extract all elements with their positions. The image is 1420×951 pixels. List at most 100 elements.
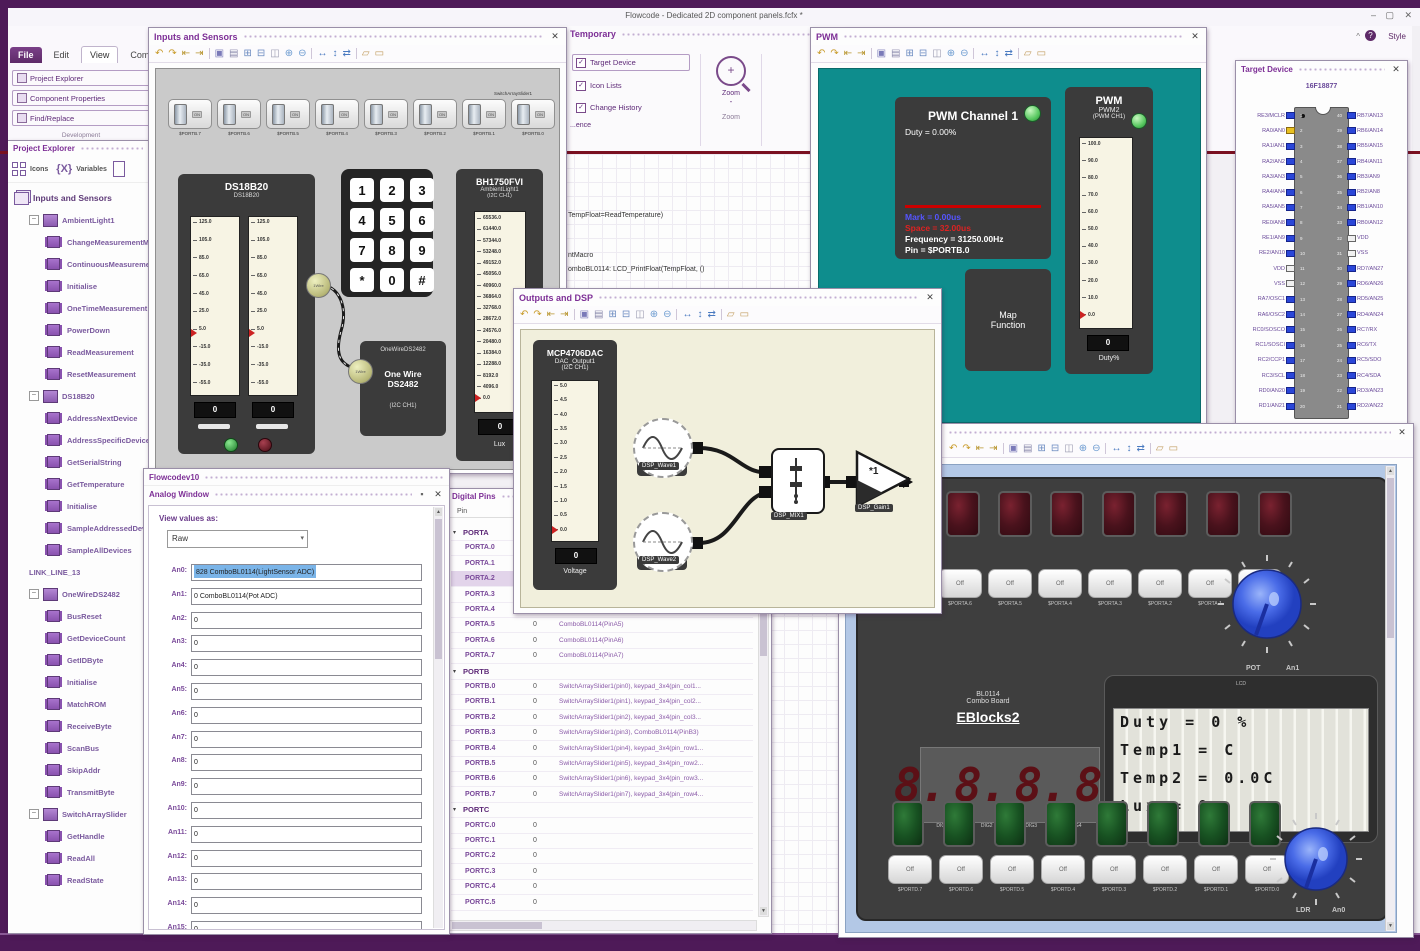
- analog-value-field[interactable]: 0: [191, 778, 422, 796]
- toolbar-icon[interactable]: ▣: [215, 48, 224, 59]
- port-pin-row[interactable]: PORTB.1 0 SwitchArraySlider1(pin1), keypad…: [451, 694, 753, 711]
- tree-item[interactable]: Initialise: [12, 671, 148, 693]
- analog-minimize-icon[interactable]: ▪: [417, 489, 427, 499]
- toolbar-icon[interactable]: ▤: [1023, 443, 1032, 454]
- analog-value-field[interactable]: 0: [191, 897, 422, 915]
- tree-item[interactable]: AddressSpecificDevice: [12, 429, 148, 451]
- analog-value-field[interactable]: 0: [191, 659, 422, 677]
- keypad-key-6[interactable]: 6: [410, 208, 434, 232]
- pin-icon[interactable]: [1286, 234, 1295, 242]
- tree-item[interactable]: ReadState: [12, 869, 148, 891]
- port-pin-row[interactable]: PORTC.3 0: [451, 864, 753, 880]
- board-vscrollbar[interactable]: ▲ ▼: [1385, 466, 1395, 931]
- view-check-change-history[interactable]: ✓ Change History: [572, 100, 690, 115]
- toolbar-icon[interactable]: ⇤: [976, 443, 984, 454]
- pin-icon[interactable]: [1286, 295, 1295, 303]
- dsp-gain[interactable]: *1 DSP_Gain1: [853, 448, 915, 512]
- tree-item[interactable]: GetHandle: [12, 825, 148, 847]
- inputs-close-icon[interactable]: ✕: [549, 31, 561, 42]
- toolbar-icon[interactable]: ↔: [1111, 443, 1121, 454]
- tree-item[interactable]: ContinuousMeasurement: [12, 253, 148, 275]
- checkbox-icon[interactable]: ✓: [576, 80, 586, 91]
- toolbar-icon[interactable]: ↶: [949, 443, 957, 454]
- analog-value-field[interactable]: 0: [191, 683, 422, 700]
- toolbar-icon[interactable]: ▱: [1156, 443, 1164, 454]
- analog-value-field[interactable]: 0: [191, 730, 422, 748]
- close-button[interactable]: ✕: [1404, 10, 1412, 21]
- ribbon-button-project-explorer[interactable]: Project Explorer: [12, 70, 150, 86]
- pin-icon[interactable]: [1347, 203, 1356, 211]
- tree-expander-icon[interactable]: –: [29, 215, 39, 225]
- toolbar-icon[interactable]: ◫: [1064, 443, 1073, 454]
- scale-pointer-icon[interactable]: [475, 394, 481, 402]
- toolbar-icon[interactable]: ⊟: [1051, 443, 1059, 454]
- icons-tab-label[interactable]: Icons: [30, 166, 48, 173]
- toolbar-icon[interactable]: ⇥: [195, 48, 203, 59]
- keypad-key-2[interactable]: 2: [380, 178, 404, 202]
- switch-lever[interactable]: [517, 104, 530, 125]
- tree-item[interactable]: SkipAddr: [12, 759, 148, 781]
- pin-label-left[interactable]: RC3/SCL: [1239, 373, 1285, 379]
- pin-label-left[interactable]: RE0/AN8: [1239, 220, 1285, 226]
- analog-value-field[interactable]: 0: [191, 706, 422, 724]
- map-function-block[interactable]: Map Function: [965, 269, 1051, 371]
- toolbar-icon[interactable]: ⇄: [707, 309, 715, 320]
- port-pin-row[interactable]: PORTB.7 0 SwitchArraySlider1(pin7), keypad…: [451, 787, 753, 803]
- pin-label-right[interactable]: RB3/AN9: [1357, 174, 1403, 180]
- tab-file[interactable]: File: [10, 47, 42, 63]
- view-check-target-device[interactable]: ✓ Target Device: [572, 54, 690, 71]
- keypad-key-9[interactable]: 9: [410, 238, 434, 262]
- pwm-close-icon[interactable]: ✕: [1189, 31, 1201, 42]
- pin-icon[interactable]: [1347, 356, 1356, 364]
- port-switch-button[interactable]: Off: [939, 855, 983, 884]
- toolbar-icon[interactable]: ⇥: [857, 48, 865, 59]
- pin-label-left[interactable]: RA7/OSC1: [1239, 296, 1285, 302]
- toolbar-icon[interactable]: ⊕: [285, 48, 293, 59]
- keypad-key-7[interactable]: 7: [350, 238, 374, 262]
- zoom-icon[interactable]: +: [716, 56, 751, 93]
- port-pin-row[interactable]: PORTC.0 0: [451, 818, 753, 834]
- port-pin-row[interactable]: PORTC.1 0: [451, 833, 753, 849]
- toolbar-icon[interactable]: ⊕: [650, 309, 658, 320]
- port-pin-row[interactable]: PORTA.5 0 ComboBL0114(PinA5): [451, 617, 753, 634]
- maximize-button[interactable]: ▢: [1385, 10, 1394, 21]
- toolbar-icon[interactable]: ⊖: [298, 48, 306, 59]
- toolbar-icon[interactable]: ⊟: [919, 48, 927, 59]
- pot-knob[interactable]: [1212, 549, 1322, 659]
- toolbar-icon[interactable]: ⊕: [947, 48, 955, 59]
- pin-label-left[interactable]: RE1/AN9: [1239, 235, 1285, 241]
- toolbar-icon[interactable]: ◫: [270, 48, 279, 59]
- tree-expander-icon[interactable]: –: [29, 809, 39, 819]
- icons-tab-icon[interactable]: [12, 162, 26, 176]
- toolbar-icon[interactable]: ▣: [1009, 443, 1018, 454]
- group-expander-icon[interactable]: ▾: [451, 529, 463, 536]
- pin-label-left[interactable]: RA4/AN4: [1239, 189, 1285, 195]
- board-close-icon[interactable]: ✕: [1396, 427, 1408, 438]
- pwm-meter[interactable]: PWM PWM2 (PWM CH1) 100.0 90.0 80.0 70.0 60.0…: [1065, 87, 1153, 374]
- switch-lever[interactable]: [468, 104, 481, 125]
- pin-label-right[interactable]: RD5/AN25: [1357, 296, 1403, 302]
- tree-item[interactable]: Initialise: [12, 495, 148, 517]
- help-icon[interactable]: ?: [1365, 30, 1376, 41]
- keypad-key-4[interactable]: 4: [350, 208, 374, 232]
- panel-tab-icon[interactable]: [112, 161, 125, 177]
- toggle-switch[interactable]: ON $PORTB.3: [364, 99, 408, 136]
- tree-item[interactable]: ResetMeasurement: [12, 363, 148, 385]
- pin-icon[interactable]: [1286, 311, 1295, 318]
- scale-pointer-icon[interactable]: [191, 328, 197, 337]
- keypad-key-3[interactable]: 3: [410, 178, 434, 202]
- analog-value-field[interactable]: 0 ComboBL0114(Pot ADC): [191, 587, 422, 605]
- toolbar-icon[interactable]: ⇄: [1004, 48, 1012, 59]
- pin-label-right[interactable]: RD3/AN23: [1357, 388, 1403, 394]
- tree-item[interactable]: BusReset: [12, 605, 148, 627]
- tree-item[interactable]: AddressNextDevice: [12, 407, 148, 429]
- pin-label-right[interactable]: RD2/AN22: [1357, 403, 1403, 409]
- toolbar-icon[interactable]: ▭: [1037, 48, 1046, 59]
- pin-icon[interactable]: [1286, 188, 1295, 196]
- analog-vscrollbar[interactable]: ▲: [433, 507, 443, 928]
- pin-label-right[interactable]: RD6/AN26: [1357, 281, 1403, 287]
- toolbar-icon[interactable]: ⇥: [560, 309, 568, 320]
- dsp-wave1[interactable]: DSP_Wave1: [633, 418, 693, 478]
- port-pin-row[interactable]: PORTB.0 0 SwitchArraySlider1(pin0), keypad…: [451, 679, 753, 695]
- outputs-close-icon[interactable]: ✕: [924, 292, 936, 303]
